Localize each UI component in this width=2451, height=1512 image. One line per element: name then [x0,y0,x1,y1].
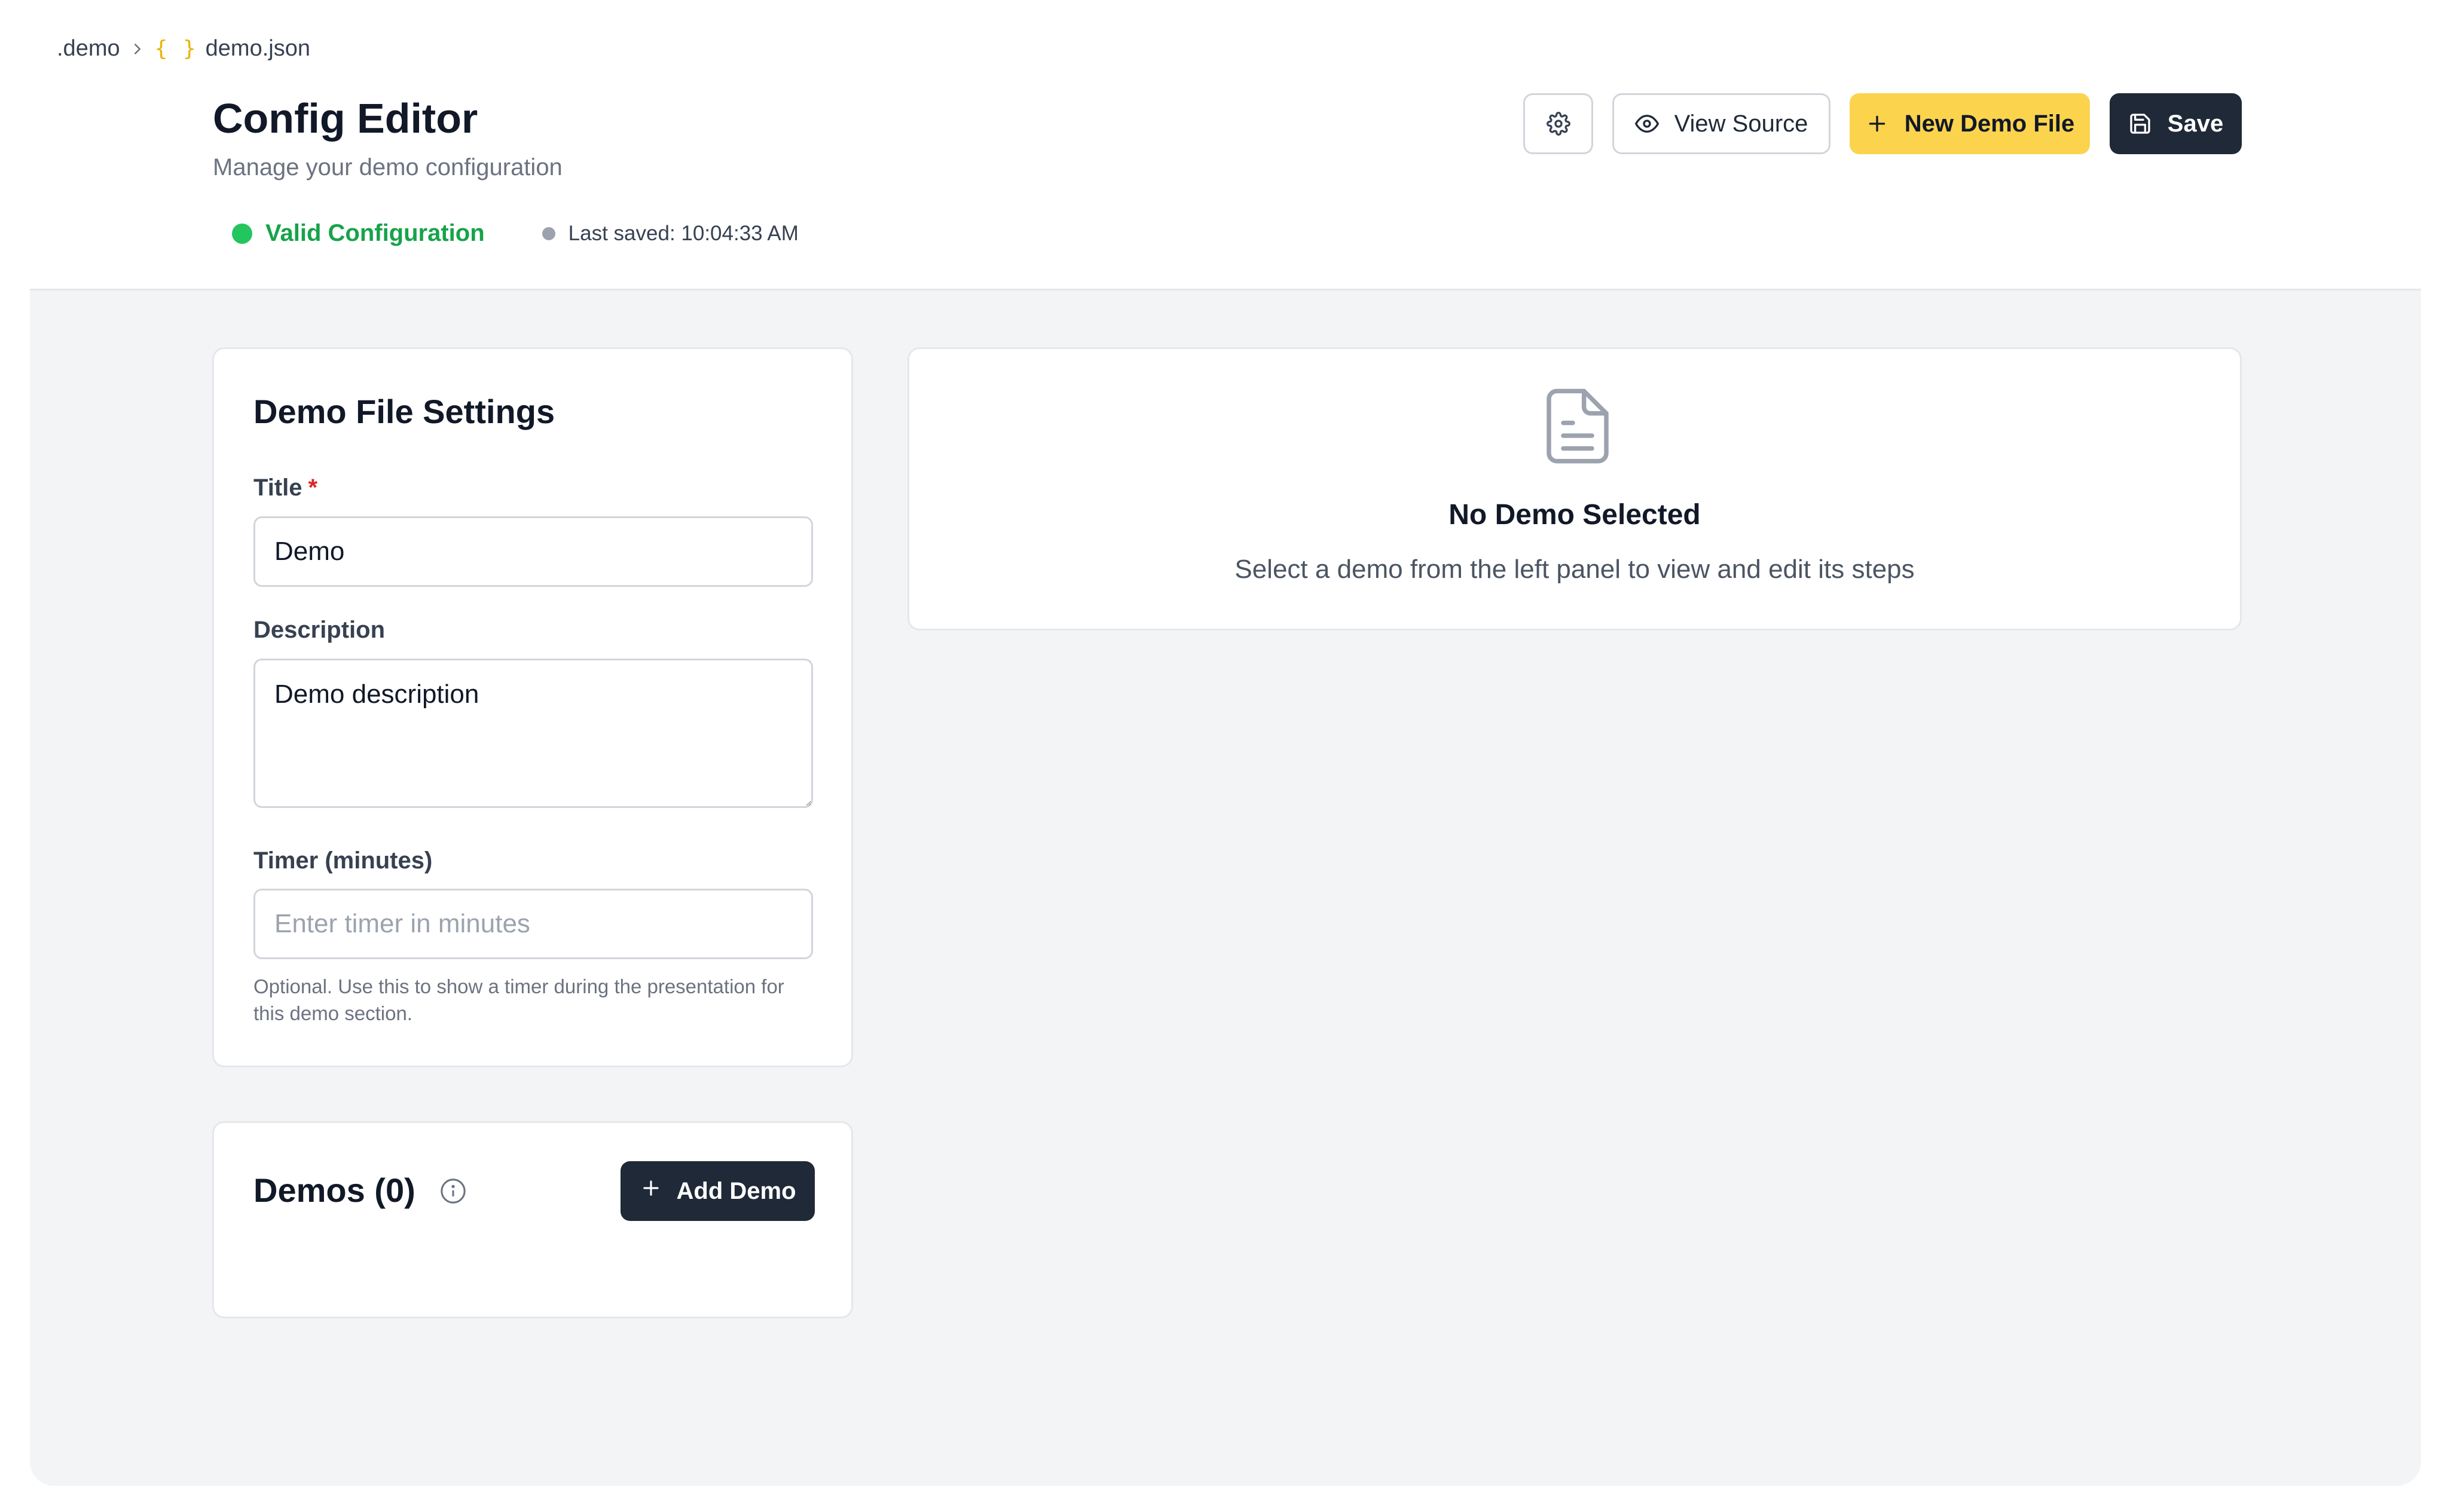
description-textarea[interactable]: Demo description [253,659,813,808]
breadcrumb-file[interactable]: demo.json [206,36,310,62]
save-label: Save [2167,110,2224,137]
description-label: Description [253,617,386,643]
gear-icon [1546,112,1570,136]
timer-label: Timer (minutes) [253,847,433,874]
title-label: Title [253,475,302,501]
view-source-label: View Source [1674,110,1808,137]
empty-state-text: Select a demo from the left panel to vie… [1234,555,1915,584]
main-content: Demo File Settings Title* Description De… [30,289,2421,1486]
new-demo-file-button[interactable]: New Demo File [1850,93,2090,154]
breadcrumb: .demo { } demo.json [57,36,310,62]
demos-heading: Demos (0) [253,1171,415,1209]
config-editor-page: .demo { } demo.json Config Editor Manage… [0,0,2451,1512]
breadcrumb-root[interactable]: .demo [57,36,120,62]
required-marker: * [308,475,318,501]
last-saved-status: Last saved: 10:04:33 AM [542,222,799,246]
timer-input[interactable] [253,889,813,959]
add-demo-label: Add Demo [676,1177,796,1204]
saved-dot-icon [542,227,555,240]
status-dot-icon [232,223,252,244]
title-input[interactable] [253,516,813,587]
validation-status: Valid Configuration [232,220,485,247]
timer-help-text: Optional. Use this to show a timer durin… [253,975,784,1024]
info-icon[interactable] [439,1177,467,1205]
status-row: Valid Configuration Last saved: 10:04:33… [232,220,799,247]
chevron-right-icon [129,40,146,58]
page-subtitle: Manage your demo configuration [213,154,563,180]
settings-heading: Demo File Settings [253,393,555,430]
new-demo-file-label: New Demo File [1904,110,2075,137]
save-icon [2128,112,2152,136]
page-title: Config Editor [213,95,478,142]
eye-icon [1634,112,1659,136]
view-source-button[interactable]: View Source [1612,93,1830,154]
add-demo-button[interactable]: Add Demo [621,1161,815,1221]
document-icon [1545,388,1610,464]
no-demo-selected-card: No Demo Selected Select a demo from the … [907,347,2242,630]
last-saved-label: Last saved: 10:04:33 AM [568,221,799,245]
empty-state-title: No Demo Selected [1448,499,1701,531]
demo-file-settings-card: Demo File Settings Title* Description De… [212,347,853,1067]
json-file-icon: { } [154,36,197,61]
save-button[interactable]: Save [2110,93,2242,154]
plus-icon [640,1177,662,1205]
settings-button[interactable] [1523,93,1593,154]
validation-status-label: Valid Configuration [265,220,485,246]
plus-icon [1865,112,1889,136]
title-label-row: Title * [253,475,317,501]
demos-card: Demos (0) Add Demo [212,1121,853,1318]
